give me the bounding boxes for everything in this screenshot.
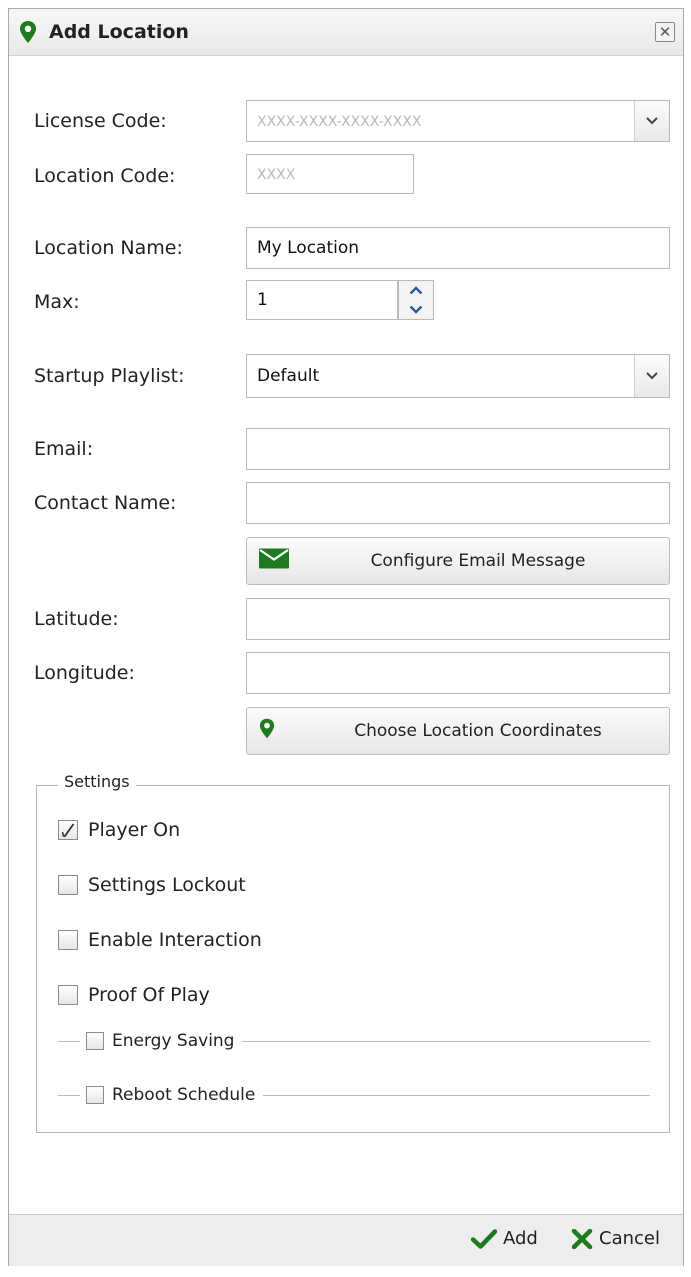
reboot-schedule-label: Reboot Schedule (112, 1085, 256, 1105)
stepper-down-button[interactable] (399, 300, 433, 319)
settings-legend: Settings (58, 772, 136, 791)
max-stepper[interactable] (398, 280, 434, 320)
email-label: Email: (34, 438, 94, 460)
checkmark-icon (471, 1228, 497, 1249)
latitude-field[interactable] (246, 598, 670, 640)
longitude-field[interactable] (246, 652, 670, 694)
startup-playlist-label: Startup Playlist: (34, 365, 185, 387)
reboot-schedule-section: Reboot Schedule (58, 1085, 650, 1105)
choose-coordinates-label: Choose Location Coordinates (354, 721, 602, 741)
contact-name-label: Contact Name: (34, 492, 177, 514)
location-name-field[interactable]: My Location (246, 227, 670, 269)
configure-email-button[interactable]: Configure Email Message (246, 537, 670, 585)
divider (242, 1040, 650, 1042)
settings-lockout-option[interactable]: Settings Lockout (58, 874, 246, 896)
divider (58, 1040, 80, 1042)
player-on-label: Player On (88, 819, 181, 841)
enable-interaction-checkbox[interactable] (58, 930, 78, 950)
startup-playlist-value: Default (257, 366, 320, 386)
add-label: Add (503, 1228, 538, 1249)
cancel-button[interactable]: Cancel (571, 1228, 660, 1249)
add-button[interactable]: Add (471, 1228, 538, 1249)
map-pin-icon (19, 20, 37, 44)
enable-interaction-option[interactable]: Enable Interaction (58, 929, 262, 951)
divider (58, 1094, 80, 1096)
startup-playlist-dropdown[interactable]: Default (246, 354, 670, 398)
stepper-up-button[interactable] (399, 281, 433, 300)
close-button[interactable]: ✕ (655, 22, 675, 42)
max-value: 1 (257, 290, 268, 310)
latitude-label: Latitude: (34, 608, 119, 630)
close-icon: ✕ (658, 22, 672, 41)
energy-saving-label: Energy Saving (112, 1031, 235, 1051)
proof-of-play-option[interactable]: Proof Of Play (58, 984, 210, 1006)
choose-coordinates-button[interactable]: Choose Location Coordinates (246, 707, 670, 755)
email-field[interactable] (246, 428, 670, 470)
settings-lockout-checkbox[interactable] (58, 875, 78, 895)
settings-lockout-label: Settings Lockout (88, 874, 246, 896)
proof-of-play-checkbox[interactable] (58, 985, 78, 1005)
reboot-schedule-checkbox[interactable] (86, 1086, 104, 1104)
chevron-down-icon[interactable] (634, 355, 669, 397)
location-name-label: Location Name: (34, 237, 183, 259)
license-code-dropdown[interactable] (246, 100, 670, 142)
cancel-label: Cancel (599, 1228, 660, 1249)
player-on-checkbox[interactable] (58, 820, 78, 840)
license-code-input[interactable] (257, 111, 659, 131)
license-code-label: License Code: (34, 110, 167, 132)
dialog-title: Add Location (49, 21, 189, 43)
longitude-label: Longitude: (34, 662, 135, 684)
map-pin-icon (259, 718, 275, 745)
configure-email-label: Configure Email Message (370, 551, 586, 571)
max-label: Max: (34, 291, 80, 313)
location-code-field[interactable] (246, 154, 414, 194)
chevron-down-icon (409, 305, 423, 314)
enable-interaction-label: Enable Interaction (88, 929, 262, 951)
contact-name-field[interactable] (246, 482, 670, 524)
chevron-up-icon (409, 286, 423, 295)
energy-saving-checkbox[interactable] (86, 1032, 104, 1050)
proof-of-play-label: Proof Of Play (88, 984, 210, 1006)
energy-saving-section: Energy Saving (58, 1031, 650, 1051)
player-on-option[interactable]: Player On (58, 819, 180, 841)
dialog-titlebar: Add Location ✕ (9, 9, 683, 56)
location-code-label: Location Code: (34, 165, 176, 187)
max-field[interactable]: 1 (246, 280, 398, 320)
dialog-footer: Add Cancel (9, 1214, 683, 1266)
checkmark-icon (61, 823, 75, 837)
divider (263, 1094, 650, 1096)
chevron-down-icon[interactable] (634, 101, 669, 141)
location-name-value: My Location (257, 238, 360, 258)
envelope-icon (259, 548, 289, 574)
location-code-input[interactable] (257, 164, 403, 184)
x-icon (571, 1228, 593, 1249)
